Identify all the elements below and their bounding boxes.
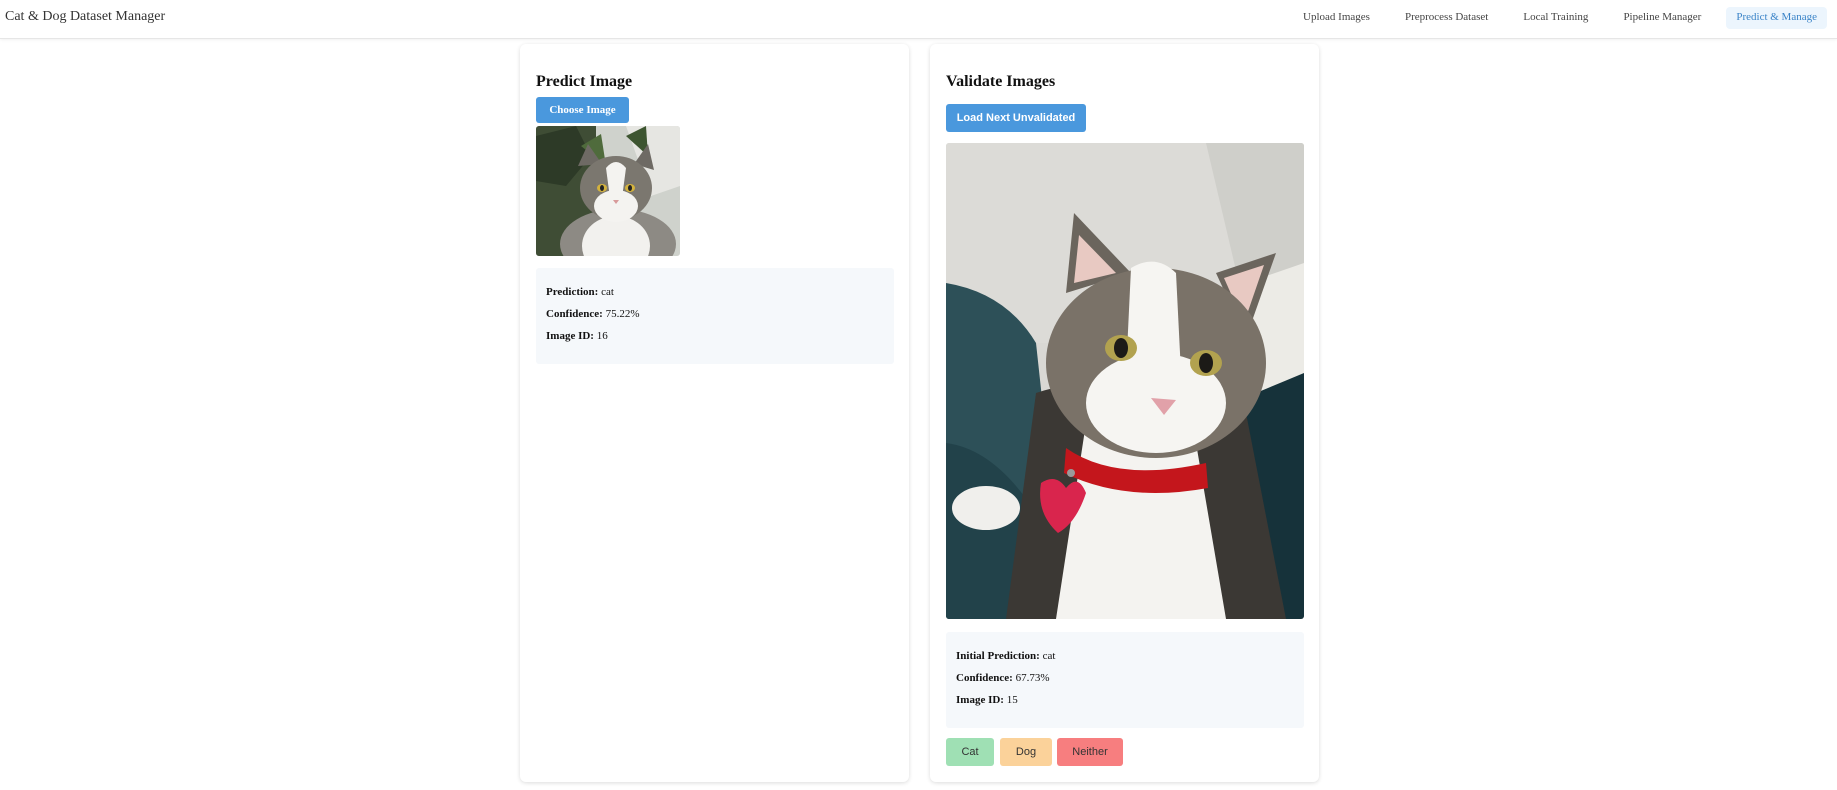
choose-image-button[interactable]: Choose Image: [536, 97, 629, 123]
predict-image-card: Predict Image Choose Image Prediction: c…: [520, 44, 909, 782]
nav-local-training[interactable]: Local Training: [1513, 7, 1598, 29]
validate-result-panel: Initial Prediction: cat Confidence: 67.7…: [946, 632, 1304, 728]
nav-pipeline-manager[interactable]: Pipeline Manager: [1613, 7, 1711, 29]
predict-image-preview: [536, 126, 680, 256]
validate-images-card: Validate Images Load Next Unvalidated In…: [930, 44, 1319, 782]
app-title: Cat & Dog Dataset Manager: [5, 9, 166, 24]
validate-title: Validate Images: [946, 73, 1056, 90]
nav-menu: Upload Images Preprocess Dataset Local T…: [1284, 7, 1827, 29]
cat-photo-small: [536, 126, 680, 256]
nav-predict-manage[interactable]: Predict & Manage: [1726, 7, 1827, 29]
confidence-row: Confidence: 75.22%: [546, 308, 640, 320]
image-id-row: Image ID: 16: [546, 330, 608, 342]
validate-confidence-label: Confidence:: [956, 672, 1013, 684]
image-id-value: 16: [596, 330, 608, 342]
label-cat-button[interactable]: Cat: [946, 738, 994, 766]
confidence-value: 75.22%: [605, 308, 640, 320]
label-dog-button[interactable]: Dog: [1000, 738, 1052, 766]
prediction-row: Prediction: cat: [546, 286, 614, 298]
validate-image-id-row: Image ID: 15: [956, 694, 1018, 706]
load-next-unvalidated-button[interactable]: Load Next Unvalidated: [946, 104, 1086, 132]
label-neither-button[interactable]: Neither: [1057, 738, 1123, 766]
prediction-value: cat: [601, 286, 614, 298]
validate-image-id-label: Image ID:: [956, 694, 1004, 706]
validate-confidence-value: 67.73%: [1015, 672, 1050, 684]
confidence-label: Confidence:: [546, 308, 603, 320]
image-id-label: Image ID:: [546, 330, 594, 342]
predict-result-panel: Prediction: cat Confidence: 75.22% Image…: [536, 268, 894, 364]
nav-upload-images[interactable]: Upload Images: [1293, 7, 1380, 29]
validate-confidence-row: Confidence: 67.73%: [956, 672, 1050, 684]
predict-title: Predict Image: [536, 73, 633, 90]
initial-prediction-value: cat: [1042, 650, 1056, 662]
cat-photo-large: [946, 143, 1304, 619]
initial-prediction-row: Initial Prediction: cat: [956, 650, 1055, 662]
initial-prediction-label: Initial Prediction:: [956, 650, 1040, 662]
top-navigation-bar: Cat & Dog Dataset Manager Upload Images …: [0, 0, 1837, 39]
prediction-label: Prediction:: [546, 286, 599, 298]
validate-image-preview: [946, 143, 1304, 619]
nav-preprocess-dataset[interactable]: Preprocess Dataset: [1395, 7, 1498, 29]
validate-image-id-value: 15: [1006, 694, 1018, 706]
